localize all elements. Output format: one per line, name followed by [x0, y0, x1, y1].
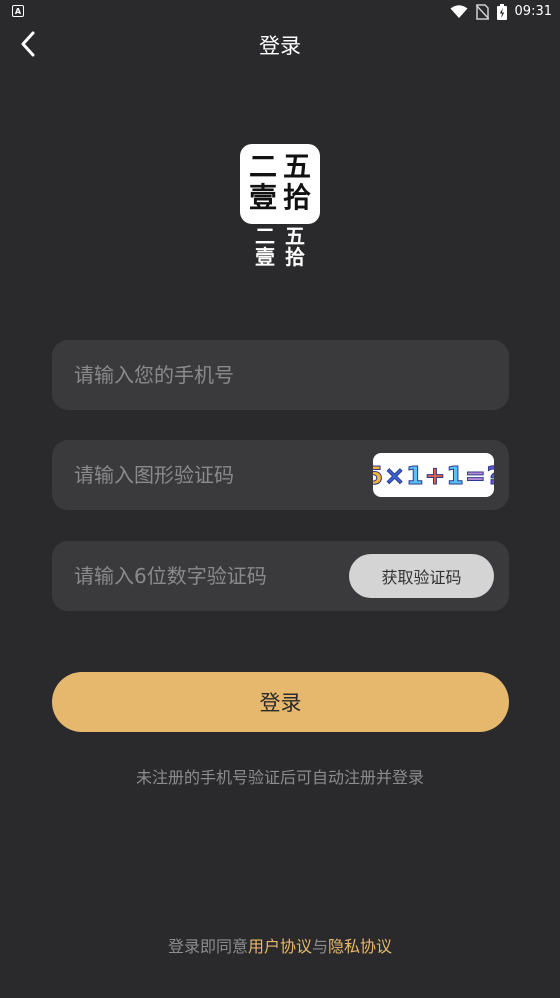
logo-char: 壹 — [248, 181, 277, 214]
logo-char: 拾 — [285, 245, 305, 269]
app-logo: 二 五 壹 拾 二 五 壹 拾 — [240, 144, 320, 268]
logo-char: 二 — [248, 150, 277, 183]
agreement-conjunction: 与 — [312, 937, 329, 956]
sms-field-container: 获取验证码 — [52, 541, 509, 611]
page-title: 登录 — [259, 34, 301, 58]
phone-field-container — [52, 340, 509, 410]
logo-wordmark: 二 五 壹 拾 — [250, 226, 310, 268]
logo-tile: 二 五 壹 拾 — [240, 144, 320, 224]
no-sim-icon — [475, 4, 489, 20]
logo-char: 壹 — [255, 245, 275, 269]
agreement-text: 登录即同意用户协议与隐私协议 — [0, 933, 560, 957]
logo-char: 五 — [282, 150, 311, 183]
register-hint: 未注册的手机号验证后可自动注册并登录 — [135, 768, 424, 787]
notification-icon: A — [12, 5, 24, 17]
wifi-icon — [450, 5, 468, 18]
captcha-char: ? — [486, 460, 494, 490]
sms-code-input[interactable] — [74, 541, 364, 611]
privacy-policy-link[interactable]: 隐私协议 — [328, 937, 392, 956]
logo-char: 二 — [255, 224, 275, 248]
logo-char: 五 — [285, 224, 305, 248]
agreement-prefix: 登录即同意 — [167, 937, 248, 956]
user-agreement-link[interactable]: 用户协议 — [248, 937, 312, 956]
clock: 09:31 — [514, 4, 552, 19]
header: 登录 — [0, 24, 560, 66]
get-code-button[interactable]: 获取验证码 — [349, 554, 494, 598]
captcha-char: = — [464, 460, 486, 490]
captcha-image[interactable]: 5×1+1=? — [373, 453, 494, 497]
logo-char: 拾 — [282, 181, 311, 214]
captcha-char: + — [424, 460, 446, 490]
status-bar: A 09:31 — [0, 0, 560, 24]
captcha-field-container: 5×1+1=? — [52, 440, 509, 510]
captcha-char: 5 — [373, 460, 384, 490]
login-button[interactable]: 登录 — [52, 672, 509, 732]
status-icons: 09:31 — [450, 3, 552, 21]
phone-input[interactable] — [74, 340, 364, 410]
captcha-char: × — [384, 460, 406, 490]
captcha-char: 1 — [406, 460, 424, 490]
captcha-char: 1 — [446, 460, 464, 490]
battery-charging-icon — [496, 4, 507, 20]
captcha-input[interactable] — [74, 440, 364, 510]
